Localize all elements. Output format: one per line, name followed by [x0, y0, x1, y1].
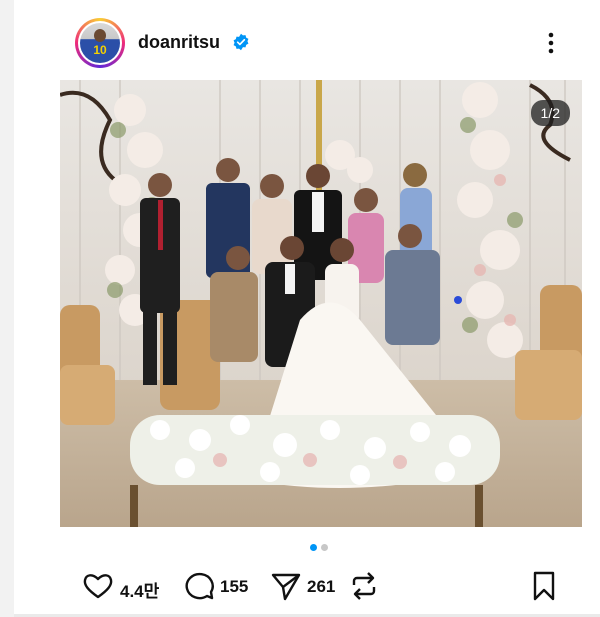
wedding-photo — [60, 80, 582, 527]
comment-count[interactable]: 155 — [220, 577, 248, 597]
post-header: 10 doanritsu — [14, 0, 600, 80]
share-count[interactable]: 261 — [307, 577, 335, 597]
post-image[interactable]: 1/2 — [60, 80, 582, 527]
like-count[interactable]: 4.4만 — [120, 577, 159, 602]
carousel-dot — [321, 544, 328, 551]
avatar-image: 10 — [80, 23, 120, 63]
post-card: 10 doanritsu 1/2 4.4만 155 261 — [14, 0, 600, 617]
avatar[interactable]: 10 — [75, 18, 125, 68]
image-counter: 1/2 — [530, 100, 570, 126]
action-bar: 4.4만 155 261 — [14, 565, 600, 607]
paper-plane-icon[interactable] — [270, 570, 302, 602]
verified-badge-icon — [233, 33, 249, 51]
comment-bubble-icon[interactable] — [183, 570, 215, 602]
bookmark-icon[interactable] — [528, 570, 560, 602]
avatar-jersey-number: 10 — [93, 43, 107, 57]
carousel-dot-active — [310, 544, 317, 551]
more-vertical-icon[interactable] — [542, 30, 560, 56]
repost-icon[interactable] — [348, 570, 380, 602]
username[interactable]: doanritsu — [138, 32, 220, 53]
heart-icon[interactable] — [82, 570, 114, 602]
